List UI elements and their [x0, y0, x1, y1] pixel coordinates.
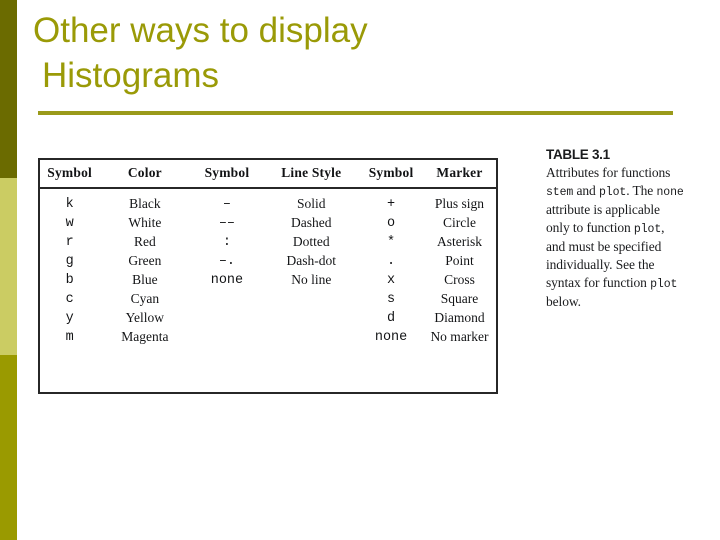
slide-title-line-2: Histograms: [42, 56, 219, 95]
table-cell: d: [387, 310, 396, 326]
table-cell: +: [387, 196, 396, 212]
table-cell: White: [128, 215, 162, 230]
table-cell: m: [65, 329, 74, 345]
table-cell: [263, 290, 359, 309]
table-cell: *: [387, 234, 396, 250]
title-underline-rule: [38, 111, 673, 115]
table-cell: Point: [445, 253, 474, 268]
decorative-side-band: [0, 0, 17, 540]
table-header-color: Color: [99, 160, 191, 189]
caption-text-3: . The: [626, 182, 657, 198]
table-cell: s: [387, 291, 396, 307]
table-cell: Red: [133, 234, 156, 249]
table-caption-heading: TABLE 3.1: [546, 147, 610, 162]
table-cell: Diamond: [434, 310, 485, 325]
table-header-marker: Marker: [422, 160, 496, 189]
caption-code-plot-3: plot: [650, 277, 678, 291]
table-row: g Green –. Dash-dot. Point: [40, 252, 496, 271]
caption-code-stem: stem: [546, 185, 574, 199]
table-cell: c: [65, 291, 74, 307]
table-cell: Cyan: [130, 291, 160, 306]
table-cell: Dotted: [292, 234, 330, 249]
table-cell: Dashed: [291, 215, 332, 230]
slide-title: Other ways to display Histograms: [33, 8, 683, 98]
table-cell: [263, 309, 359, 328]
table-cell: none: [210, 272, 244, 288]
table-cell: –: [222, 196, 231, 212]
table-cell: [190, 328, 263, 347]
caption-code-plot-1: plot: [598, 185, 627, 199]
caption-code-plot-2: plot: [633, 222, 662, 236]
attributes-table-figure: Symbol Color Symbol Line Style Symbol Ma…: [38, 158, 498, 394]
table-cell: r: [65, 234, 74, 250]
table-cell: k: [65, 196, 74, 212]
table-header-symbol-color: Symbol: [40, 160, 100, 189]
table-cell: .: [387, 253, 396, 269]
table-cell: Yellow: [125, 310, 165, 325]
side-band-segment-top: [0, 0, 17, 178]
table-cell: :: [222, 234, 231, 250]
table-cell: Black: [129, 196, 161, 211]
side-band-segment-bottom: [0, 355, 17, 540]
table-cell: x: [387, 272, 396, 288]
table-cell: Dash-dot: [286, 253, 337, 268]
table-row: b Blue none No line x Cross: [40, 271, 496, 290]
table-row: y Yellow d Diamond: [40, 309, 496, 328]
table-cell: [190, 290, 263, 309]
caption-text-6: below.: [546, 294, 581, 310]
table-cell: Square: [440, 291, 479, 306]
table-header-symbol-marker: Symbol: [359, 160, 423, 189]
table-caption-body: Attributes for functions stem and plot. …: [546, 164, 686, 311]
attributes-table: Symbol Color Symbol Line Style Symbol Ma…: [40, 160, 496, 347]
table-body: k Black – Solid + Plus sign w White –– Dashed o Cir…: [40, 188, 496, 347]
table-cell: b: [65, 272, 74, 288]
slide-title-line-1: Other ways to display: [33, 11, 368, 50]
table-cell: [190, 309, 263, 328]
table-cell: Blue: [132, 272, 158, 287]
table-caption: TABLE 3.1 Attributes for functions stem …: [546, 147, 686, 311]
table-row: r Red: Dotted * Asterisk: [40, 233, 496, 252]
table-cell: Solid: [297, 196, 326, 211]
table-cell: Asterisk: [436, 234, 482, 249]
caption-text-1: Attributes for functions: [546, 165, 671, 180]
table-cell: Cross: [444, 272, 475, 287]
table-cell: No marker: [430, 329, 489, 344]
table-cell: none: [374, 329, 408, 345]
table-cell: ––: [218, 215, 236, 231]
table-row: m Magenta none No marker: [40, 328, 496, 347]
table-cell: w: [65, 215, 74, 231]
table-cell: g: [65, 253, 74, 269]
table-cell: Plus sign: [434, 196, 485, 211]
table-row: k Black – Solid + Plus sign: [40, 188, 496, 214]
side-band-segment-middle: [0, 178, 17, 355]
table-cell: [263, 328, 359, 347]
table-row: w White –– Dashed o Circle: [40, 214, 496, 233]
table-cell: Magenta: [121, 329, 169, 344]
table-cell: Circle: [442, 215, 476, 230]
caption-code-none: none: [656, 185, 684, 199]
table-cell: o: [387, 215, 396, 231]
table-cell: y: [65, 310, 74, 326]
table-header-row: Symbol Color Symbol Line Style Symbol Ma…: [40, 160, 496, 189]
table-row: c Cyan s Square: [40, 290, 496, 309]
table-header-line-style: Line Style: [263, 160, 360, 189]
caption-text-2: and: [573, 182, 599, 198]
table-cell: Green: [128, 253, 162, 268]
table-cell: No line: [291, 272, 332, 287]
table-header-symbol-line-style: Symbol: [190, 160, 264, 189]
table-cell: –.: [218, 253, 236, 269]
